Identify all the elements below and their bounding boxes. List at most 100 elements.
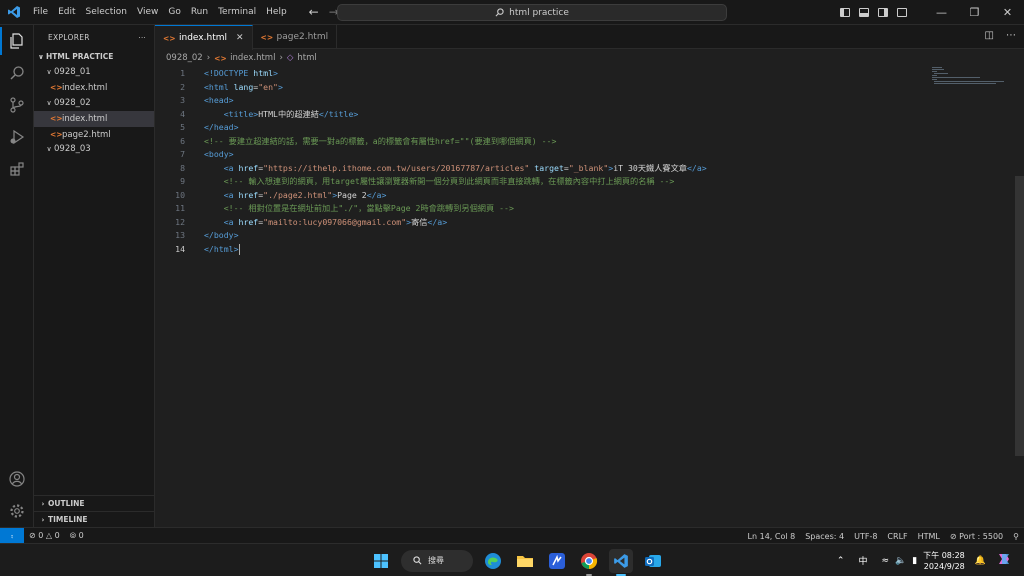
explorer-icon[interactable] [0,25,34,57]
text-cursor [238,243,240,255]
workspace-root[interactable]: ∨ HTML PRACTICE [34,49,154,65]
line-number: 4 [180,108,185,119]
minimize-button[interactable]: — [925,0,958,25]
html-file-icon: <> [214,53,227,63]
chevron-right-icon: › [41,500,45,508]
folder-0928-03[interactable]: ∨ 0928_03 [34,142,154,158]
line-number: 11 [175,203,185,213]
menu-terminal[interactable]: Terminal [213,0,261,25]
ime-indicator[interactable]: 中 [858,554,867,567]
copilot-icon[interactable] [996,551,1012,570]
source-control-icon[interactable] [0,89,34,121]
warning-icon: △ [45,531,53,540]
volume-icon[interactable]: 🔈 [895,556,906,566]
minimap[interactable] [930,66,1015,86]
code-text: <!DOCTYPE html> [204,68,278,78]
cursor-position[interactable]: Ln 14, Col 8 [743,532,801,541]
code-editor[interactable]: 1 <!DOCTYPE html> 2 <html lang="en"> 3 <head>… [155,66,1024,527]
file-index-html-selected[interactable]: <>index.html [34,111,154,127]
file-explorer-icon[interactable] [513,549,537,573]
account-icon[interactable] [0,463,34,495]
edge-browser-icon[interactable] [481,549,505,573]
customize-layout-icon[interactable] [897,8,907,17]
code-text: <a href="https://ithelp.ithome.com.tw/us… [223,162,707,173]
line-ending[interactable]: CRLF [882,532,912,541]
menu-help[interactable]: Help [261,0,292,25]
more-actions-icon[interactable]: ⋯ [1006,30,1016,41]
live-server-port[interactable]: ⊘ Port : 5500 [945,532,1008,541]
no-entry-icon: ⊘ [949,531,957,541]
command-center-label: html practice [509,7,569,18]
search-icon[interactable] [0,57,34,89]
encoding[interactable]: UTF-8 [849,532,882,541]
chevron-down-icon: ∨ [38,53,44,61]
wifi-icon[interactable]: ≈ [881,556,889,566]
code-text: <!-- 輸入想連到的網頁，用target屬性讓瀏覽器新開一個分頁到此網頁而非直… [223,176,675,186]
close-tab-icon[interactable]: ✕ [236,33,244,43]
code-text: <!-- 相對位置是在網址前加上"./"，當點擊Page 2時會跳轉到另個網頁 … [223,203,514,213]
breadcrumb: 0928_02 › <> index.html › ◇ html [166,50,317,66]
line-number: 7 [180,149,185,159]
show-hidden-icons-chevron-up-icon[interactable]: ⌃ [837,556,845,566]
breadcrumb-file[interactable]: index.html [230,53,275,63]
run-debug-icon[interactable] [0,121,34,153]
breadcrumb-symbol[interactable]: html [297,53,316,63]
restore-button[interactable]: ❐ [958,0,991,25]
file-page2-html[interactable]: <>page2.html [34,127,154,143]
indentation[interactable]: Spaces: 4 [800,532,849,541]
remote-indicator-icon[interactable]: ⨾ [0,527,24,544]
line-number: 6 [180,135,185,146]
manage-gear-icon[interactable] [0,495,34,527]
language-mode[interactable]: HTML [913,532,945,541]
title-bar: File Edit Selection View Go Run Terminal… [0,0,1024,25]
html-file-icon: <> [50,129,63,139]
file-index-html[interactable]: <>index.html [34,80,154,96]
clock[interactable]: 下午 08:28 2024/9/28 [923,550,965,572]
tab-page2-html[interactable]: <> page2.html [253,25,338,49]
toggle-sidebar-icon[interactable] [840,8,850,17]
command-center[interactable]: html practice [337,4,727,21]
code-text: <head> [204,95,234,105]
code-text: <a href="mailto:lucy097066@gmail.com">寄信… [223,216,448,227]
windows-start-icon[interactable] [369,549,393,573]
notifications-bell-icon[interactable]: ⚲ [1008,532,1024,541]
chrome-browser-icon[interactable] [577,549,601,576]
html-file-icon: <> [163,33,176,43]
app-icon[interactable] [545,549,569,573]
menu-run[interactable]: Run [186,0,213,25]
breadcrumb-folder[interactable]: 0928_02 [166,53,203,63]
ports-indicator[interactable]: ⦾ 0 [65,531,89,541]
html-file-icon: <> [50,83,63,92]
outlook-mail-icon[interactable] [641,549,665,573]
code-text: <html lang="en"> [204,81,283,92]
code-text: </head> [204,122,239,132]
menu-file[interactable]: File [28,0,53,25]
back-arrow-icon[interactable]: ← [309,5,319,19]
timeline-section[interactable]: › TIMELINE [34,511,154,527]
problems-indicator[interactable]: ⊘ 0 △ 0 [24,531,65,540]
split-editor-icon[interactable]: ◫ [985,30,994,41]
toggle-secondary-sidebar-icon[interactable] [878,8,888,17]
extensions-icon[interactable] [0,153,34,185]
close-button[interactable]: ✕ [991,0,1024,25]
editor-scrollbar[interactable] [1015,176,1024,456]
menu-edit[interactable]: Edit [53,0,80,25]
clock-time: 下午 08:28 [923,550,965,560]
folder-0928-02[interactable]: ∨ 0928_02 [34,96,154,112]
explorer-sidebar: EXPLORER ⋯ ∨ HTML PRACTICE ∨ 0928_01 <>ind… [34,25,155,527]
line-number: 12 [175,216,185,227]
notification-bell-icon[interactable]: 🔔 [975,556,986,566]
toggle-panel-icon[interactable] [859,8,869,17]
more-actions-icon[interactable]: ⋯ [138,33,146,42]
vscode-taskbar-icon[interactable] [609,548,633,576]
menu-view[interactable]: View [132,0,163,25]
system-tray: ⌃ 中 ≈ 🔈 ▮ 下午 08:28 2024/9/28 🔔 [837,544,1024,576]
outline-section[interactable]: › OUTLINE [34,495,154,511]
menu-go[interactable]: Go [163,0,185,25]
taskbar-search[interactable]: 搜尋 [401,549,473,572]
tab-index-html[interactable]: <> index.html ✕ [155,25,253,50]
folder-0928-01[interactable]: ∨ 0928_01 [34,65,154,81]
menu-selection[interactable]: Selection [81,0,132,25]
line-number: 1 [180,68,185,78]
battery-icon[interactable]: ▮ [912,556,917,566]
